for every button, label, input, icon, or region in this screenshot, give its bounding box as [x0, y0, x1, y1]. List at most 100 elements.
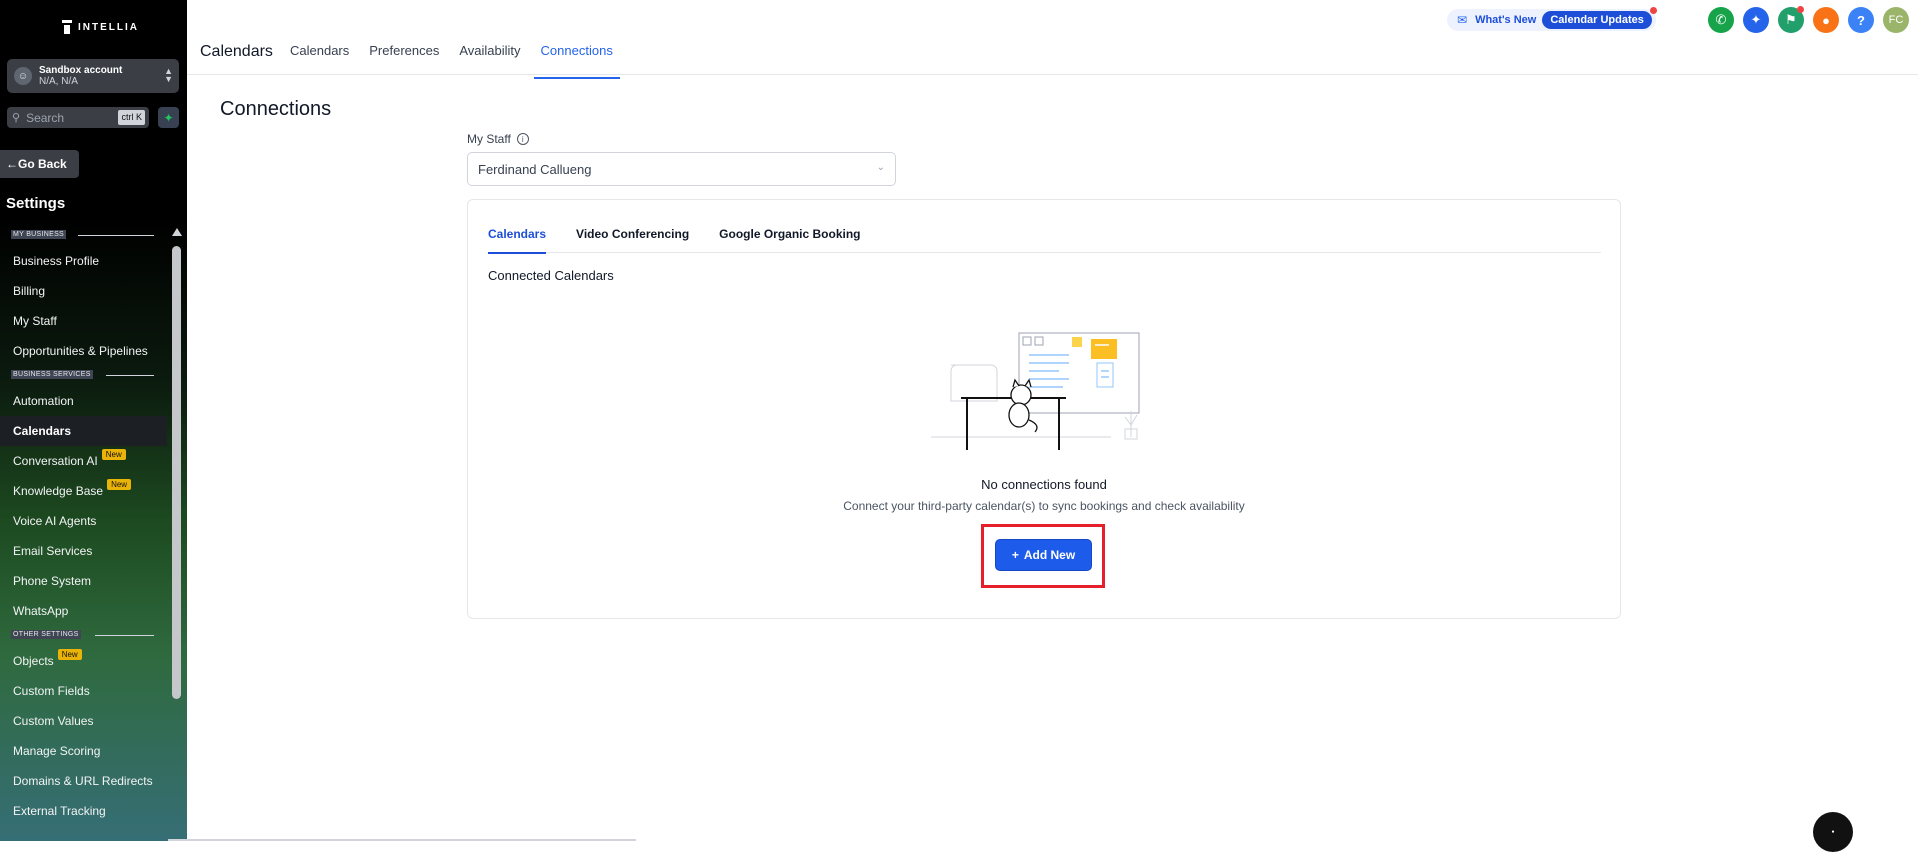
sidebar-item-opportunities[interactable]: Opportunities & Pipelines [0, 336, 167, 366]
logo-text: INTELLIA [78, 21, 139, 33]
sidebar-item-phone-system[interactable]: Phone System [0, 566, 167, 596]
scroll-up-icon[interactable] [172, 228, 182, 236]
ai-sparkle-button[interactable]: ✦ [1743, 7, 1769, 33]
sidebar-item-objects[interactable]: Objects New [0, 646, 167, 676]
go-back-label: Go Back [18, 157, 67, 171]
search-placeholder: Search [26, 110, 65, 125]
notifications-button[interactable]: ● [1813, 7, 1839, 33]
section-label: BUSINESS SERVICES [11, 370, 93, 379]
sidebar-item-knowledge-base[interactable]: Knowledge Base New [0, 476, 167, 506]
section-divider [95, 635, 154, 636]
announcements-button[interactable]: ⚑ [1778, 6, 1804, 33]
sidebar-item-label: Email Services [13, 544, 93, 558]
chevron-down-icon: ⌄ [876, 162, 885, 173]
new-badge: New [107, 478, 132, 490]
sidebar-item-label: My Staff [13, 314, 57, 328]
sidebar-item-conversation-ai[interactable]: Conversation AI New [0, 446, 167, 476]
section-divider [106, 375, 154, 376]
sidebar-item-label: Manage Scoring [13, 744, 101, 758]
tab-video-conferencing[interactable]: Video Conferencing [576, 227, 689, 252]
sidebar-item-voice-ai-agents[interactable]: Voice AI Agents [0, 506, 167, 536]
notification-dot [1797, 6, 1804, 13]
sidebar-item-custom-fields[interactable]: Custom Fields [0, 676, 167, 706]
sidebar-item-calendars[interactable]: Calendars [0, 416, 167, 446]
avatar-initials: FC [1888, 14, 1904, 26]
account-location: N/A, N/A [39, 76, 78, 87]
calendar-updates-badge[interactable]: Calendar Updates [1542, 7, 1657, 29]
section-label: MY BUSINESS [11, 230, 67, 239]
sidebar-item-label: Automation [13, 394, 74, 408]
bolt-icon: ✦ [163, 110, 174, 125]
settings-nav: MY BUSINESS Business Profile Billing My … [0, 226, 167, 826]
help-button[interactable]: ? [1848, 7, 1874, 33]
tab-calendars-connections[interactable]: Calendars [488, 227, 547, 254]
section-my-business: MY BUSINESS [0, 226, 167, 246]
plus-icon: + [1011, 548, 1019, 562]
chevron-updown-icon: ▲ ▼ [164, 66, 173, 84]
sidebar-item-external-tracking[interactable]: External Tracking [0, 796, 167, 826]
sidebar-item-billing[interactable]: Billing [0, 276, 167, 306]
connections-card: Calendars Video Conferencing Google Orga… [467, 199, 1621, 619]
sidebar-item-automation[interactable]: Automation [0, 386, 167, 416]
sidebar-item-manage-scoring[interactable]: Manage Scoring [0, 736, 167, 766]
sidebar-scrollbar[interactable] [170, 226, 182, 841]
section-divider [78, 235, 154, 236]
top-tabs: Calendars Preferences Availability Conne… [290, 43, 640, 79]
sidebar-item-label: Calendars [13, 424, 72, 438]
search-input[interactable]: ⚲ Search ctrl K [7, 107, 149, 128]
search-shortcut: ctrl K [118, 110, 145, 125]
sidebar-item-label: Opportunities & Pipelines [13, 344, 148, 358]
section-business-services: BUSINESS SERVICES [0, 366, 167, 386]
sidebar-item-label: Voice AI Agents [13, 514, 97, 528]
add-new-button[interactable]: + Add New [995, 539, 1092, 571]
top-bar: Calendars Calendars Preferences Availabi… [187, 0, 1918, 79]
sidebar-item-label: Billing [13, 284, 46, 298]
sidebar-item-label: Objects [13, 654, 54, 668]
sidebar: INTELLIA ☺ Sandbox account N/A, N/A ▲ ▼ ⚲… [0, 0, 187, 841]
sidebar-item-whatsapp[interactable]: WhatsApp [0, 596, 167, 626]
staff-label-text: My Staff [467, 132, 511, 146]
notification-dot [1649, 7, 1657, 14]
tab-availability[interactable]: Availability [459, 43, 520, 79]
chat-widget-button[interactable]: ● [1813, 812, 1853, 852]
logo-icon [62, 20, 72, 34]
sidebar-item-label: External Tracking [13, 804, 106, 818]
tab-preferences[interactable]: Preferences [369, 43, 439, 79]
app-logo[interactable]: INTELLIA [62, 20, 139, 34]
arrow-left-icon: ← [6, 157, 18, 171]
sidebar-item-domains[interactable]: Domains & URL Redirects [0, 766, 167, 796]
account-switcher[interactable]: ☺ Sandbox account N/A, N/A ▲ ▼ [7, 59, 179, 93]
sparkle-icon: ✦ [1750, 12, 1762, 27]
page-title: Connections [220, 98, 332, 120]
sidebar-item-email-services[interactable]: Email Services [0, 536, 167, 566]
go-back-button[interactable]: ← Go Back [0, 150, 79, 178]
sidebar-item-label: Conversation AI [13, 454, 98, 468]
chat-logo-icon: ● [1831, 829, 1835, 835]
add-new-label: Add New [1023, 548, 1076, 562]
sidebar-item-label: Custom Fields [13, 684, 90, 698]
sidebar-item-business-profile[interactable]: Business Profile [0, 246, 167, 276]
whats-new-label: What's New [1475, 14, 1537, 26]
empty-state-description: Connect your third-party calendar(s) to … [843, 499, 1245, 513]
quick-action-button[interactable]: ✦ [158, 107, 179, 128]
account-name: Sandbox account [39, 65, 123, 76]
bell-icon: ● [1822, 12, 1830, 28]
announcement-icon: ✉ [1457, 13, 1468, 27]
sidebar-item-custom-values[interactable]: Custom Values [0, 706, 167, 736]
user-avatar[interactable]: FC [1883, 7, 1909, 33]
info-icon[interactable]: i [516, 133, 529, 145]
tab-calendars[interactable]: Calendars [290, 43, 349, 79]
megaphone-icon: ⚑ [1785, 12, 1797, 27]
tab-google-organic-booking[interactable]: Google Organic Booking [719, 227, 860, 252]
tab-connections[interactable]: Connections [533, 43, 620, 79]
connected-calendars-title: Connected Calendars [488, 268, 614, 283]
new-badge: New [101, 448, 126, 460]
scrollbar-thumb[interactable] [172, 246, 181, 699]
staff-select[interactable]: Ferdinand Callueng ⌄ [467, 152, 896, 186]
connection-tabs: Calendars Video Conferencing Google Orga… [488, 227, 1601, 254]
sidebar-item-label: Knowledge Base [13, 484, 104, 498]
phone-button[interactable]: ✆ [1708, 7, 1734, 33]
whats-new-pill[interactable]: ✉ What's New Calendar Updates [1447, 7, 1657, 31]
sidebar-item-my-staff[interactable]: My Staff [0, 306, 167, 336]
staff-label: My Staff i [467, 132, 529, 146]
